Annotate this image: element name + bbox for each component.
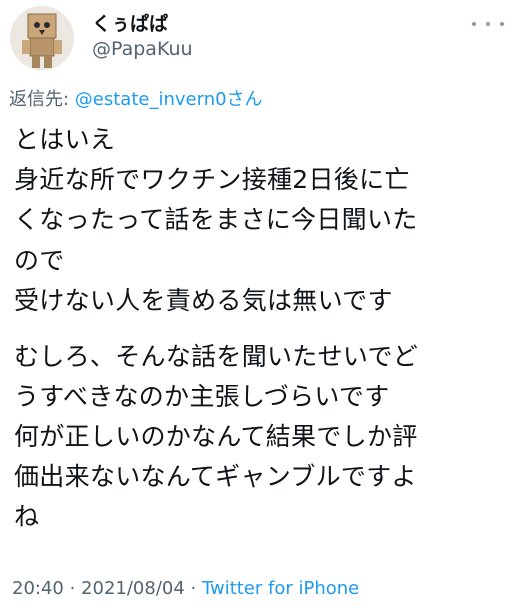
tweet-meta: 20:40 · 2021/08/04 · Twitter for iPhone [12, 578, 359, 599]
tweet-text-line: うすべきなのか主張しづらいです [14, 382, 390, 411]
reply-label: 返信先: [9, 89, 75, 110]
tweet-text-line: くなったって話をまさに今日聞いた [14, 205, 418, 234]
tweet-text-line: 何が正しいのかなんて結果でしか評 [14, 422, 418, 451]
avatar[interactable] [10, 6, 74, 70]
display-name[interactable]: くぅぱぱ [92, 9, 168, 36]
tweet-text-line: 価出来ないなんてギャンブルですよ [14, 462, 417, 491]
tweet-text-line: ので [14, 246, 65, 275]
dot-icon [472, 22, 476, 26]
tweet-text-line: 受けない人を責める気は無いです [14, 286, 393, 315]
reply-to-link[interactable]: @estate_invern0さん [75, 89, 263, 110]
dot-icon [500, 22, 504, 26]
reply-context: 返信先: @estate_invern0さん [9, 85, 263, 111]
user-handle[interactable]: @PapaKuu [92, 38, 193, 60]
tweet-card: くぅぱぱ @PapaKuu 返信先: @estate_invern0さん とはい… [0, 0, 521, 615]
cardboard-robot-avatar-icon [10, 6, 74, 70]
dot-icon [486, 22, 490, 26]
tweet-text-line: ね [14, 502, 40, 531]
tweet-text-line: 身近な所でワクチン接種2日後に亡 [14, 165, 410, 194]
source-link[interactable]: Twitter for iPhone [202, 578, 359, 599]
tweet-text-line: とはいえ [14, 125, 116, 154]
more-options-button[interactable] [472, 16, 504, 32]
tweet-text-line: むしろ、そんな話を聞いたせいでど [14, 342, 419, 371]
timestamp[interactable]: 20:40 · 2021/08/04 · [12, 578, 202, 599]
